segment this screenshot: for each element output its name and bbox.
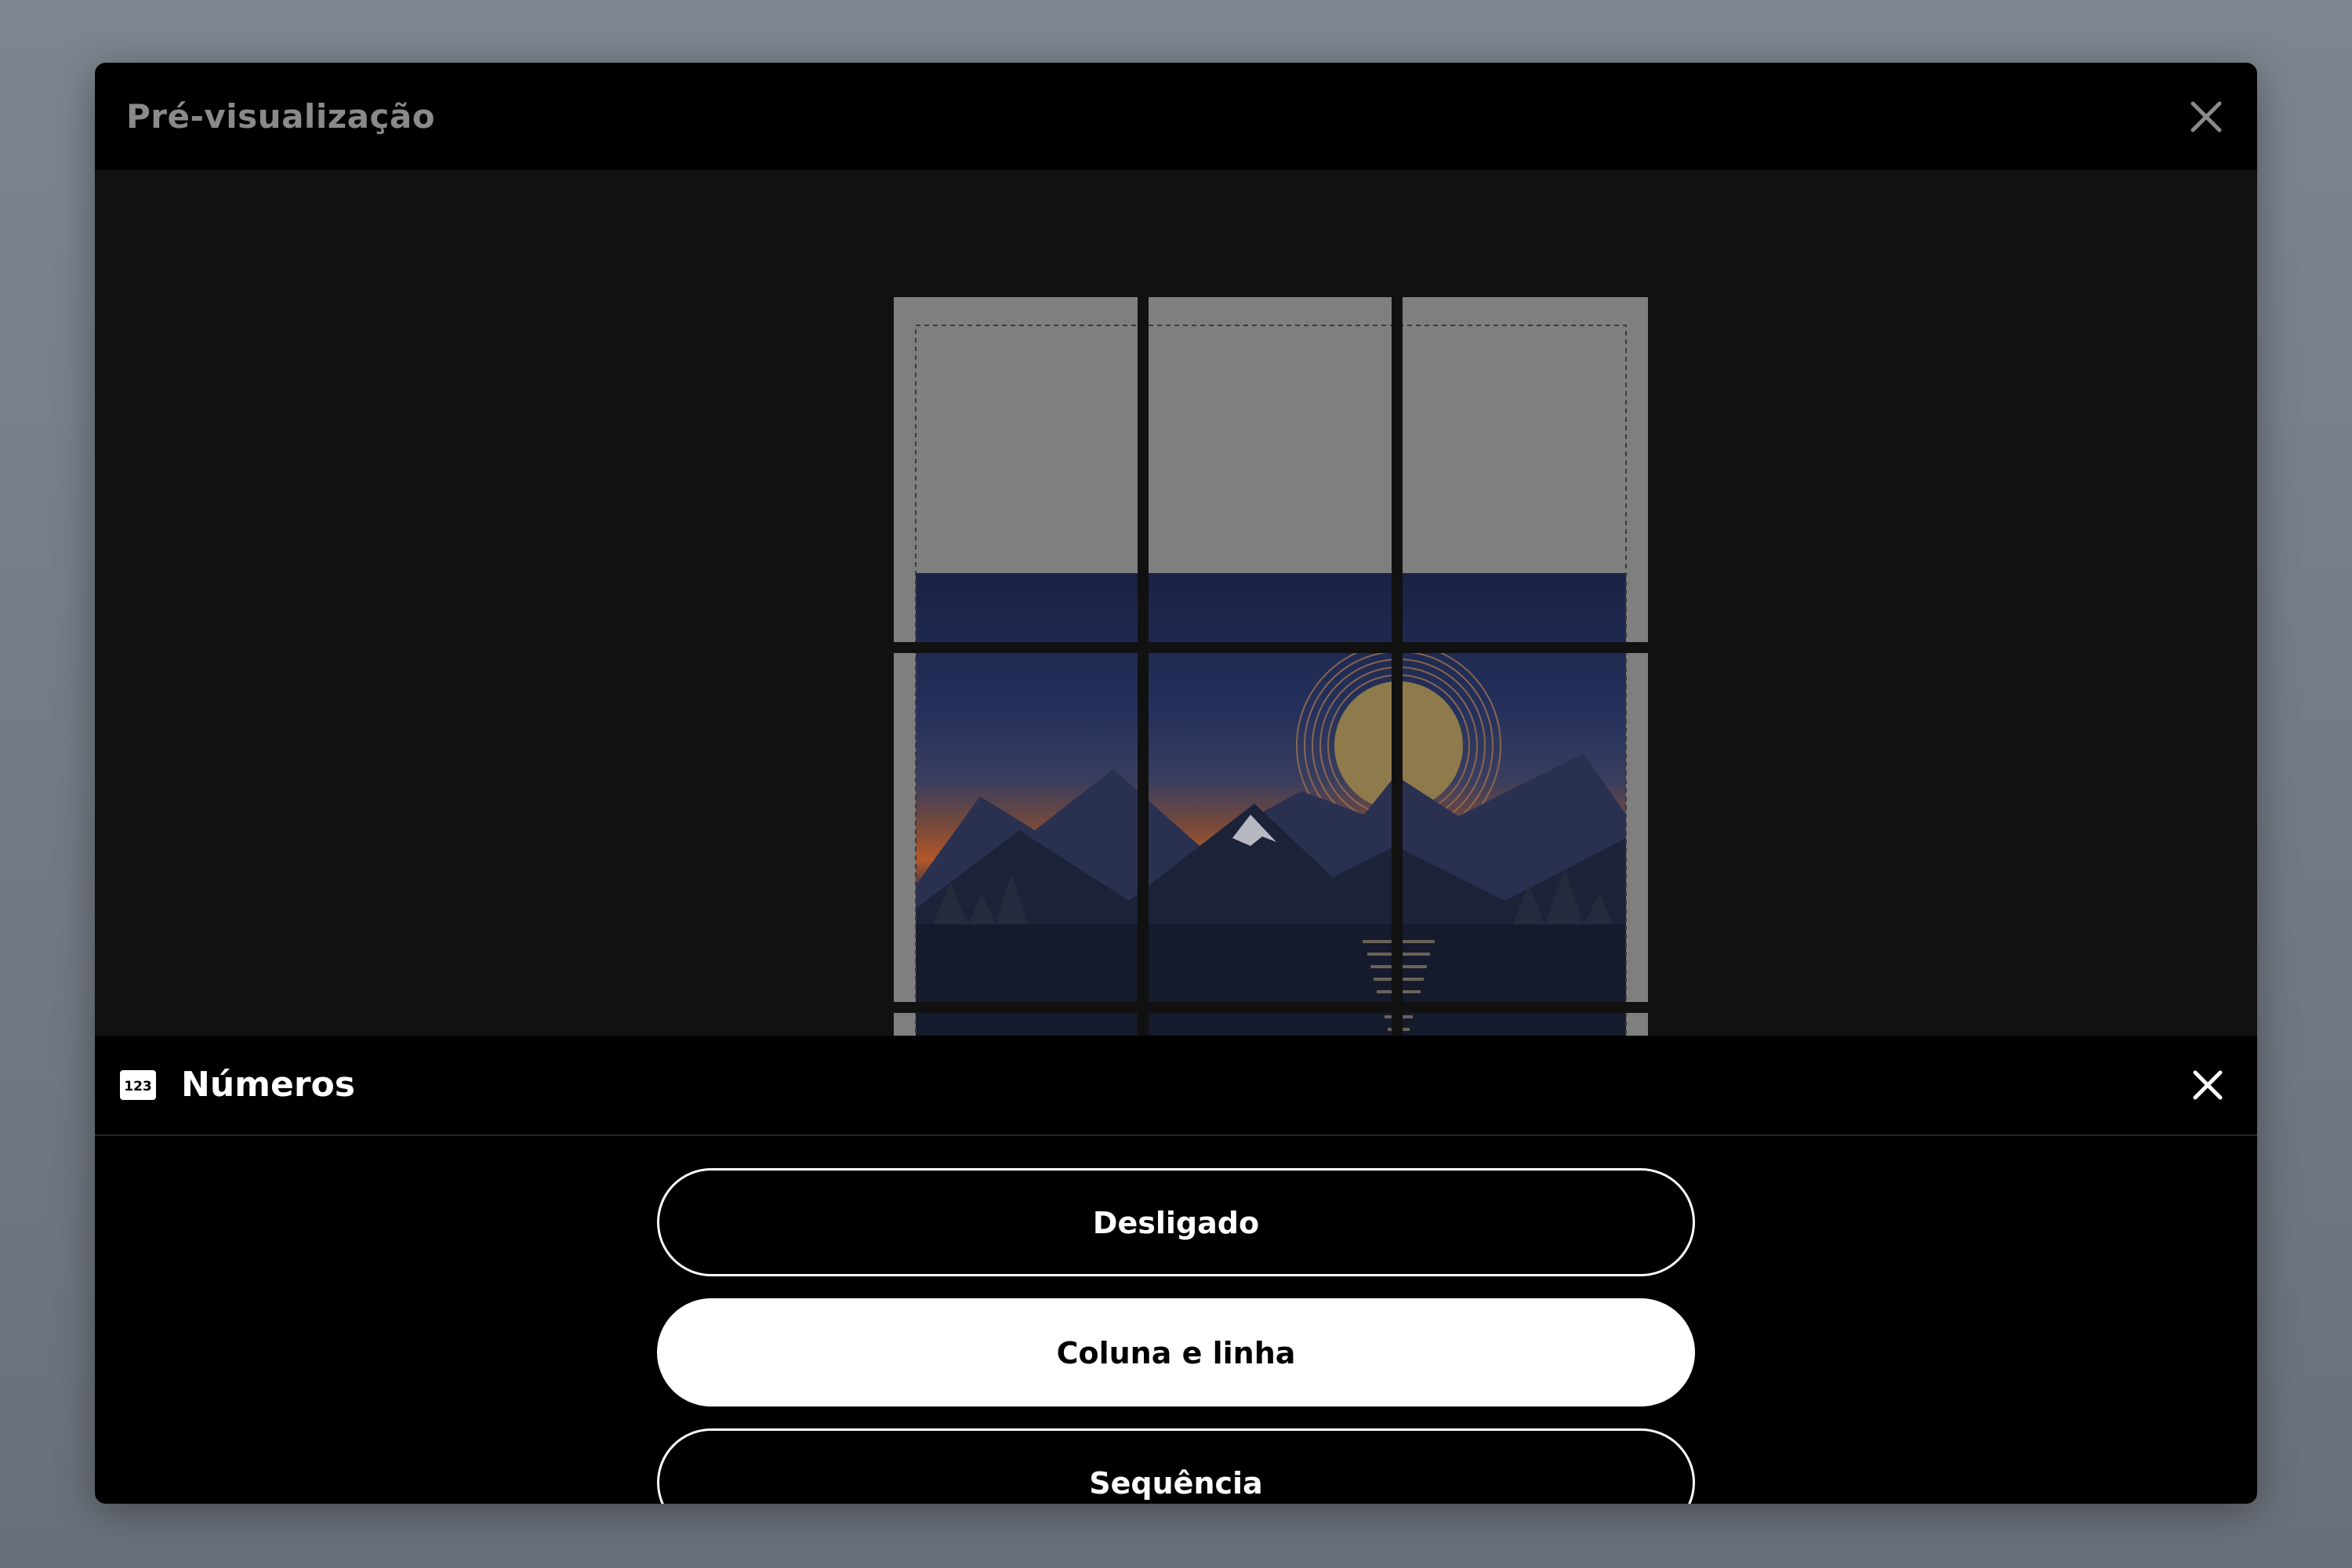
numbers-panel-header: 123 Números [95,1036,2257,1136]
wall-preview-image [894,297,1648,1036]
option-sequencia-button[interactable]: Sequência [657,1428,1695,1504]
numbers-options: Desligado Coluna e linha Sequência [657,1168,1695,1504]
preview-area [95,170,2257,1036]
close-icon[interactable] [2187,97,2226,136]
preview-modal: Pré-visualização 123 Números Desligado C… [95,63,2257,1504]
numbers-panel: 123 Números Desligado Coluna e linha Seq… [95,1036,2257,1504]
modal-header: Pré-visualização [95,63,2257,170]
option-coluna-e-linha-button[interactable]: Coluna e linha [657,1298,1695,1406]
option-desligado-button[interactable]: Desligado [657,1168,1695,1276]
numbers-icon: 123 [120,1070,156,1100]
close-icon[interactable] [2190,1067,2226,1103]
modal-title: Pré-visualização [126,97,436,136]
numbers-icon-text: 123 [124,1079,152,1094]
numbers-panel-title: Números [181,1065,355,1105]
